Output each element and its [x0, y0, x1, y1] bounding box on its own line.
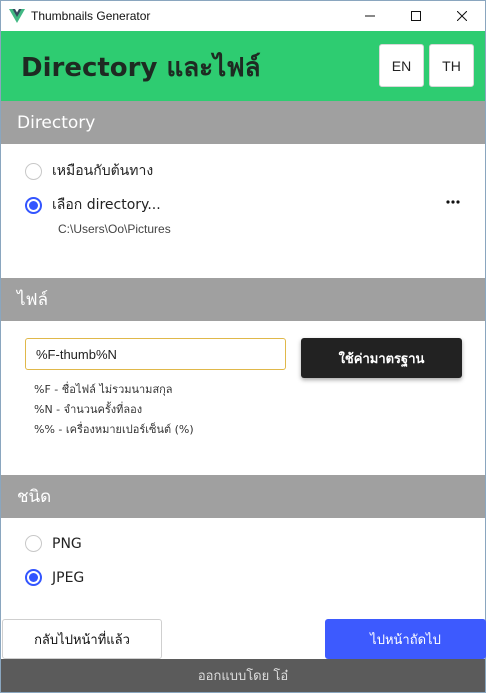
close-icon	[457, 11, 467, 21]
more-horizontal-icon	[446, 200, 460, 204]
radio-button[interactable]	[25, 162, 42, 180]
directory-path: C:\Users\Oo\Pictures	[58, 222, 171, 236]
radio-jpeg[interactable]: JPEG	[25, 569, 84, 586]
use-default-button[interactable]: ใช้ค่ามาตรฐาน	[301, 338, 462, 378]
lang-th-button[interactable]: TH	[429, 44, 474, 87]
hint-percent-sign: %% - เครื่องหมายเปอร์เซ็นต์ (%)	[34, 423, 194, 436]
radio-label: PNG	[52, 535, 82, 552]
page-header: Directory และไฟล์ EN TH	[1, 31, 485, 101]
page-title: Directory และไฟล์	[21, 53, 261, 83]
footer-credit: ออกแบบโดย โอ๋	[1, 659, 485, 692]
directory-section-heading: Directory	[1, 101, 485, 144]
radio-choose-directory[interactable]: เลือก directory...	[25, 194, 161, 216]
vue-logo-icon	[9, 9, 25, 23]
app-window: Thumbnails Generator Directory และไฟล์ E…	[0, 0, 486, 693]
browse-directory-button[interactable]	[441, 194, 465, 210]
title-bar: Thumbnails Generator	[1, 1, 485, 31]
radio-label: เหมือนกับต้นทาง	[52, 163, 154, 179]
minimize-icon	[365, 15, 375, 17]
filename-pattern-input[interactable]	[25, 338, 286, 370]
hint-filename: %F - ชื่อไฟล์ ไม่รวมนามสกุล	[34, 383, 173, 396]
window-title: Thumbnails Generator	[31, 9, 151, 23]
radio-button-selected[interactable]	[25, 569, 42, 586]
close-button[interactable]	[439, 1, 485, 31]
type-section-heading: ชนิด	[1, 475, 485, 518]
hint-attempt-count: %N - จำนวนครั้งที่ลอง	[34, 403, 143, 416]
radio-label: เลือก directory...	[52, 197, 161, 213]
radio-button[interactable]	[25, 535, 42, 552]
maximize-button[interactable]	[393, 1, 439, 31]
minimize-button[interactable]	[347, 1, 393, 31]
maximize-icon	[411, 11, 421, 21]
radio-button-selected[interactable]	[25, 196, 42, 214]
next-button[interactable]: ไปหน้าถัดไป	[325, 619, 486, 659]
radio-same-as-source[interactable]: เหมือนกับต้นทาง	[25, 160, 153, 182]
window-controls	[347, 1, 485, 31]
radio-png[interactable]: PNG	[25, 535, 82, 552]
file-section-heading: ไฟล์	[1, 278, 485, 321]
back-button[interactable]: กลับไปหน้าที่แล้ว	[2, 619, 162, 659]
radio-label: JPEG	[52, 569, 85, 586]
lang-en-button[interactable]: EN	[379, 44, 424, 87]
